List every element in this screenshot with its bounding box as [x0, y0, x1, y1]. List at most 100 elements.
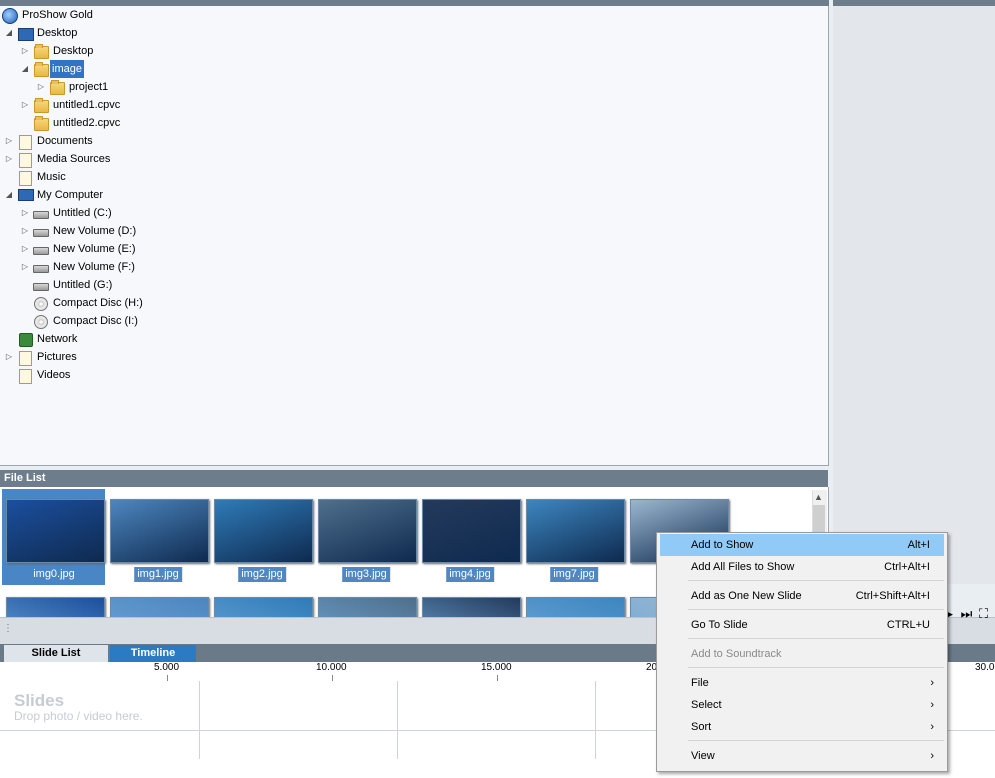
drive-icon — [33, 283, 49, 291]
drive-icon — [33, 211, 49, 219]
computer-icon — [18, 189, 34, 201]
submenu-arrow-icon: › — [930, 699, 934, 711]
library-icon — [19, 153, 32, 168]
tree-label: Desktop — [37, 27, 78, 39]
folder-icon — [34, 44, 49, 59]
scrollbar-thumb[interactable] — [813, 505, 825, 535]
folder-tree: ProShow Gold ◢ Desktop ▷ Desktop ◢ image… — [0, 6, 829, 466]
submenu-arrow-icon: › — [930, 750, 934, 762]
expand-arrow-icon[interactable]: ▷ — [4, 132, 14, 150]
tree-label: Pictures — [37, 351, 77, 363]
tree-label: Untitled (G:) — [53, 279, 113, 291]
tree-label: New Volume (F:) — [53, 261, 135, 273]
menu-shortcut: Ctrl+Alt+I — [884, 561, 930, 573]
file-list-header: File List — [0, 470, 828, 487]
grip-icon[interactable]: ⋮ — [3, 623, 13, 634]
context-menu: Add to Show Alt+I Add All Files to Show … — [656, 532, 948, 772]
menu-item-add-as-one-slide[interactable]: Add as One New Slide Ctrl+Shift+Alt+I — [660, 585, 944, 607]
file-name-label: img3.jpg — [342, 567, 390, 582]
file-thumbnail[interactable] — [422, 499, 521, 563]
ruler-label: 10.000 — [316, 662, 347, 673]
menu-item-go-to-slide[interactable]: Go To Slide CTRL+U — [660, 614, 944, 636]
submenu-arrow-icon: › — [930, 721, 934, 733]
expand-arrow-icon[interactable]: ▷ — [20, 222, 30, 240]
expand-arrow-icon[interactable]: ▷ — [4, 150, 14, 168]
menu-item-view[interactable]: View › — [660, 745, 944, 767]
expand-arrow-icon[interactable]: ▷ — [20, 258, 30, 276]
menu-item-select[interactable]: Select › — [660, 694, 944, 716]
menu-label: Add to Show — [691, 539, 754, 551]
file-name-label: img2.jpg — [238, 567, 286, 582]
folder-icon — [34, 62, 49, 77]
file-name-label: img0.jpg — [33, 568, 75, 580]
file-thumbnail[interactable] — [318, 499, 417, 563]
slides-track-hint: Drop photo / video here. — [14, 709, 143, 723]
file-thumbnail[interactable] — [422, 597, 521, 617]
menu-item-sort[interactable]: Sort › — [660, 716, 944, 738]
library-icon — [19, 351, 32, 366]
menu-label: View — [691, 750, 715, 762]
library-icon — [19, 369, 32, 384]
ruler-label: 5.000 — [154, 662, 180, 673]
tree-label: Compact Disc (H:) — [53, 297, 143, 309]
tree-label: Media Sources — [37, 153, 111, 165]
file-name-label: img7.jpg — [550, 567, 598, 582]
menu-item-add-to-show[interactable]: Add to Show Alt+I — [660, 534, 944, 556]
menu-shortcut: Alt+I — [907, 539, 930, 551]
library-icon — [19, 135, 32, 150]
tree-label: untitled1.cpvc — [53, 99, 121, 111]
desktop-icon — [18, 28, 34, 41]
file-name-label: img1.jpg — [134, 567, 182, 582]
expand-arrow-icon[interactable]: ▷ — [36, 78, 46, 96]
file-thumbnail[interactable] — [6, 499, 105, 563]
file-thumbnail[interactable] — [6, 597, 105, 617]
cd-icon — [34, 315, 48, 329]
preview-panel — [833, 6, 995, 584]
tree-label-selected: image — [50, 60, 84, 78]
scroll-up-icon[interactable]: ▲ — [814, 492, 823, 502]
menu-item-add-to-soundtrack: Add to Soundtrack — [660, 643, 944, 665]
tab-timeline[interactable]: Timeline — [110, 645, 196, 662]
file-thumbnail[interactable] — [110, 499, 209, 563]
menu-label: Go To Slide — [691, 619, 748, 631]
file-thumbnail[interactable] — [526, 597, 625, 617]
folder-icon — [34, 116, 49, 131]
collapse-arrow-icon[interactable]: ◢ — [4, 24, 14, 42]
expand-arrow-icon[interactable]: ▷ — [20, 96, 30, 114]
skip-end-icon[interactable]: ⏭ — [961, 606, 973, 621]
file-name-label: img4.jpg — [446, 567, 494, 582]
fullscreen-icon[interactable]: ⛶ — [979, 606, 988, 621]
expand-arrow-icon[interactable]: ▷ — [20, 204, 30, 222]
tree-label: ProShow Gold — [22, 9, 93, 21]
slides-track-title: Slides — [14, 691, 65, 710]
file-thumbnail[interactable] — [214, 499, 313, 563]
ruler-label: 15.000 — [481, 662, 512, 673]
file-thumbnail[interactable] — [110, 597, 209, 617]
menu-item-file[interactable]: File › — [660, 672, 944, 694]
tab-slide-list[interactable]: Slide List — [4, 645, 108, 662]
collapse-arrow-icon[interactable]: ◢ — [4, 186, 14, 204]
expand-arrow-icon[interactable]: ▷ — [20, 240, 30, 258]
folder-icon — [50, 80, 65, 95]
proshow-icon — [2, 8, 18, 24]
menu-label: Add All Files to Show — [691, 561, 795, 573]
tree-label: Music — [37, 171, 66, 183]
folder-icon — [34, 98, 49, 113]
file-thumbnail[interactable] — [214, 597, 313, 617]
menu-label: Add to Soundtrack — [691, 648, 782, 660]
menu-shortcut: Ctrl+Shift+Alt+I — [855, 590, 930, 602]
collapse-arrow-icon[interactable]: ◢ — [20, 60, 30, 78]
library-icon — [19, 171, 32, 186]
expand-arrow-icon[interactable]: ▷ — [4, 348, 14, 366]
expand-arrow-icon[interactable]: ▷ — [20, 42, 30, 60]
file-thumbnail[interactable] — [318, 597, 417, 617]
menu-label: File — [691, 677, 709, 689]
network-icon — [19, 333, 33, 347]
menu-item-add-all-files[interactable]: Add All Files to Show Ctrl+Alt+I — [660, 556, 944, 578]
menu-label: Add as One New Slide — [691, 590, 802, 602]
menu-label: Select — [691, 699, 722, 711]
tree-label: New Volume (D:) — [53, 225, 137, 237]
tree-label: Videos — [37, 369, 71, 381]
drive-icon — [33, 247, 49, 255]
file-thumbnail[interactable] — [526, 499, 625, 563]
